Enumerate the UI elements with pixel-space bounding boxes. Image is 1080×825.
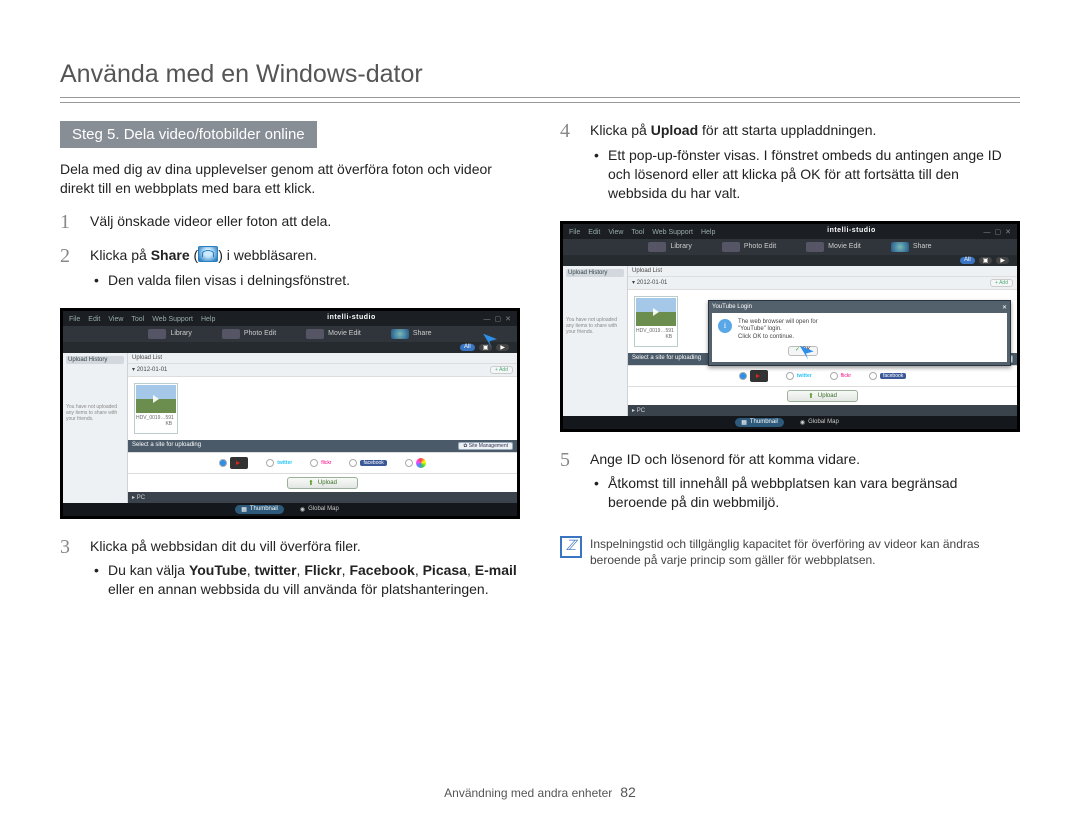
view-global-map[interactable]: ◉ Global Map (294, 505, 345, 514)
right-column: 4 Klicka på Upload för att starta upplad… (560, 121, 1020, 617)
filter-photo-icon[interactable]: ▣ (979, 257, 993, 264)
text: Klicka på (590, 122, 651, 138)
youtube-icon (230, 457, 248, 469)
step-number: 1 (60, 212, 78, 232)
app-screenshot-popup: FileEditViewToolWeb SupportHelp intelli-… (560, 221, 1020, 432)
video-thumbnail[interactable]: HDV_0019…591 KB (634, 296, 678, 347)
tab-movie-edit[interactable]: Movie Edit (806, 242, 861, 252)
upload-button[interactable]: Upload (787, 390, 858, 402)
bullet: Åtkomst till innehåll på webbplatsen kan… (608, 474, 1020, 512)
window-controls[interactable]: —▢✕ (479, 314, 511, 323)
bullet: Den valda filen visas i delningsfönstret… (108, 271, 520, 290)
filter-video-icon[interactable]: ▶ (496, 344, 509, 351)
twitter-icon: twitter (277, 460, 292, 466)
text: för att starta uppladdningen. (698, 122, 876, 138)
popup-title: YouTube Login (712, 304, 752, 311)
left-column: Steg 5. Dela video/fotobilder online Del… (60, 121, 520, 617)
share-youtube[interactable] (219, 457, 248, 469)
youtube-login-popup: YouTube Login ✕ i The web browser will o… (708, 300, 1011, 366)
section-header: Steg 5. Dela video/fotobilder online (60, 121, 317, 148)
upload-button[interactable]: Upload (287, 477, 358, 489)
filter-all[interactable]: All (960, 257, 975, 264)
step-5: 5 Ange ID och lösenord för att komma vid… (560, 450, 1020, 517)
upload-list-label: Upload List (132, 355, 162, 361)
play-icon (653, 308, 659, 316)
share-picasa[interactable] (405, 458, 426, 468)
app-logo: intelli-studio (327, 314, 376, 323)
tab-photo-edit[interactable]: Photo Edit (222, 329, 276, 339)
share-facebook[interactable]: facebook (349, 459, 386, 467)
note: ℤ Inspelningstid och tillgänglig kapacit… (560, 536, 1020, 568)
tab-photo-edit[interactable]: Photo Edit (722, 242, 776, 252)
view-thumbnail[interactable]: ▦ Thumbnail (735, 418, 784, 427)
note-icon: ℤ (560, 536, 582, 558)
footer: Användning med andra enheter82 (0, 784, 1080, 800)
step-text: Klicka på webbsidan dit du vill överföra… (90, 538, 361, 554)
tab-movie-edit[interactable]: Movie Edit (306, 329, 361, 339)
bold-share: Share (151, 247, 190, 263)
share-twitter[interactable]: twitter (786, 372, 812, 380)
facebook-icon: facebook (360, 460, 386, 466)
step-3: 3 Klicka på webbsidan dit du vill överfö… (60, 537, 520, 604)
view-global-map[interactable]: ◉ Global Map (794, 418, 845, 427)
filter-video-icon[interactable]: ▶ (996, 257, 1009, 264)
tab-share[interactable]: Share (391, 329, 432, 339)
step-number: 2 (60, 246, 78, 294)
app-screenshot-share: FileEditViewToolWeb SupportHelp intelli-… (60, 308, 520, 519)
tab-library[interactable]: Library (648, 242, 691, 252)
step-text: Ange ID och lösenord för att komma vidar… (590, 451, 860, 467)
add-button[interactable]: + Add (990, 279, 1013, 287)
pc-row[interactable]: ▸ PC (128, 492, 517, 503)
tab-library[interactable]: Library (148, 329, 191, 339)
site-management-button[interactable]: ✿ Site Management (458, 442, 513, 450)
upload-date: ▾ 2012-01-01 (132, 366, 167, 374)
step-2: 2 Klicka på Share ( ) i webbläsaren. Den … (60, 246, 520, 294)
filter-all[interactable]: All (460, 344, 475, 351)
app-menubar: FileEditViewToolWeb SupportHelp (69, 314, 223, 323)
add-button[interactable]: + Add (490, 366, 513, 374)
step-4: 4 Klicka på Upload för att starta upplad… (560, 121, 1020, 207)
upload-history-sidebar: Upload History You have not uploaded any… (63, 353, 128, 503)
share-icon (198, 246, 218, 262)
tab-share[interactable]: Share (891, 242, 932, 252)
step-number: 4 (560, 121, 578, 207)
close-icon[interactable]: ✕ (1002, 304, 1007, 311)
picasa-icon (416, 458, 426, 468)
note-text: Inspelningstid och tillgänglig kapacitet… (590, 536, 1020, 568)
bullet: Du kan välja YouTube, twitter, Flickr, F… (108, 561, 520, 599)
text: ) i webbläsaren. (218, 247, 317, 263)
app-logo: intelli-studio (827, 227, 876, 236)
upload-history-sidebar: Upload History You have not uploaded any… (563, 266, 628, 416)
step-text: Välj önskade videor eller foton att dela… (90, 212, 520, 232)
share-twitter[interactable]: twitter (266, 459, 292, 467)
select-site-label: Select a site for uploading (132, 442, 201, 450)
step-number: 5 (560, 450, 578, 517)
app-menubar: FileEditViewToolWeb SupportHelp (569, 227, 723, 236)
bold-upload: Upload (651, 122, 698, 138)
info-icon: i (718, 319, 732, 333)
step-1: 1 Välj önskade videor eller foton att de… (60, 212, 520, 232)
section-intro: Dela med dig av dina upplevelser genom a… (60, 160, 520, 198)
page-title: Använda med en Windows-dator (60, 60, 1020, 89)
video-thumbnail[interactable]: HDV_0019…591 KB (134, 383, 178, 434)
window-controls[interactable]: —▢✕ (979, 227, 1011, 236)
share-facebook[interactable]: facebook (869, 372, 906, 380)
text: ( (190, 247, 199, 263)
share-flickr[interactable]: flickr (830, 372, 851, 380)
bullet: Ett pop-up-fönster visas. I fönstret omb… (608, 146, 1020, 203)
step-number: 3 (60, 537, 78, 604)
share-flickr[interactable]: flickr (310, 459, 331, 467)
title-divider (60, 97, 1020, 103)
view-thumbnail[interactable]: ▦ Thumbnail (235, 505, 284, 514)
play-icon (153, 395, 159, 403)
text: Klicka på (90, 247, 151, 263)
flickr-icon: flickr (321, 460, 331, 466)
share-youtube[interactable] (739, 370, 768, 382)
